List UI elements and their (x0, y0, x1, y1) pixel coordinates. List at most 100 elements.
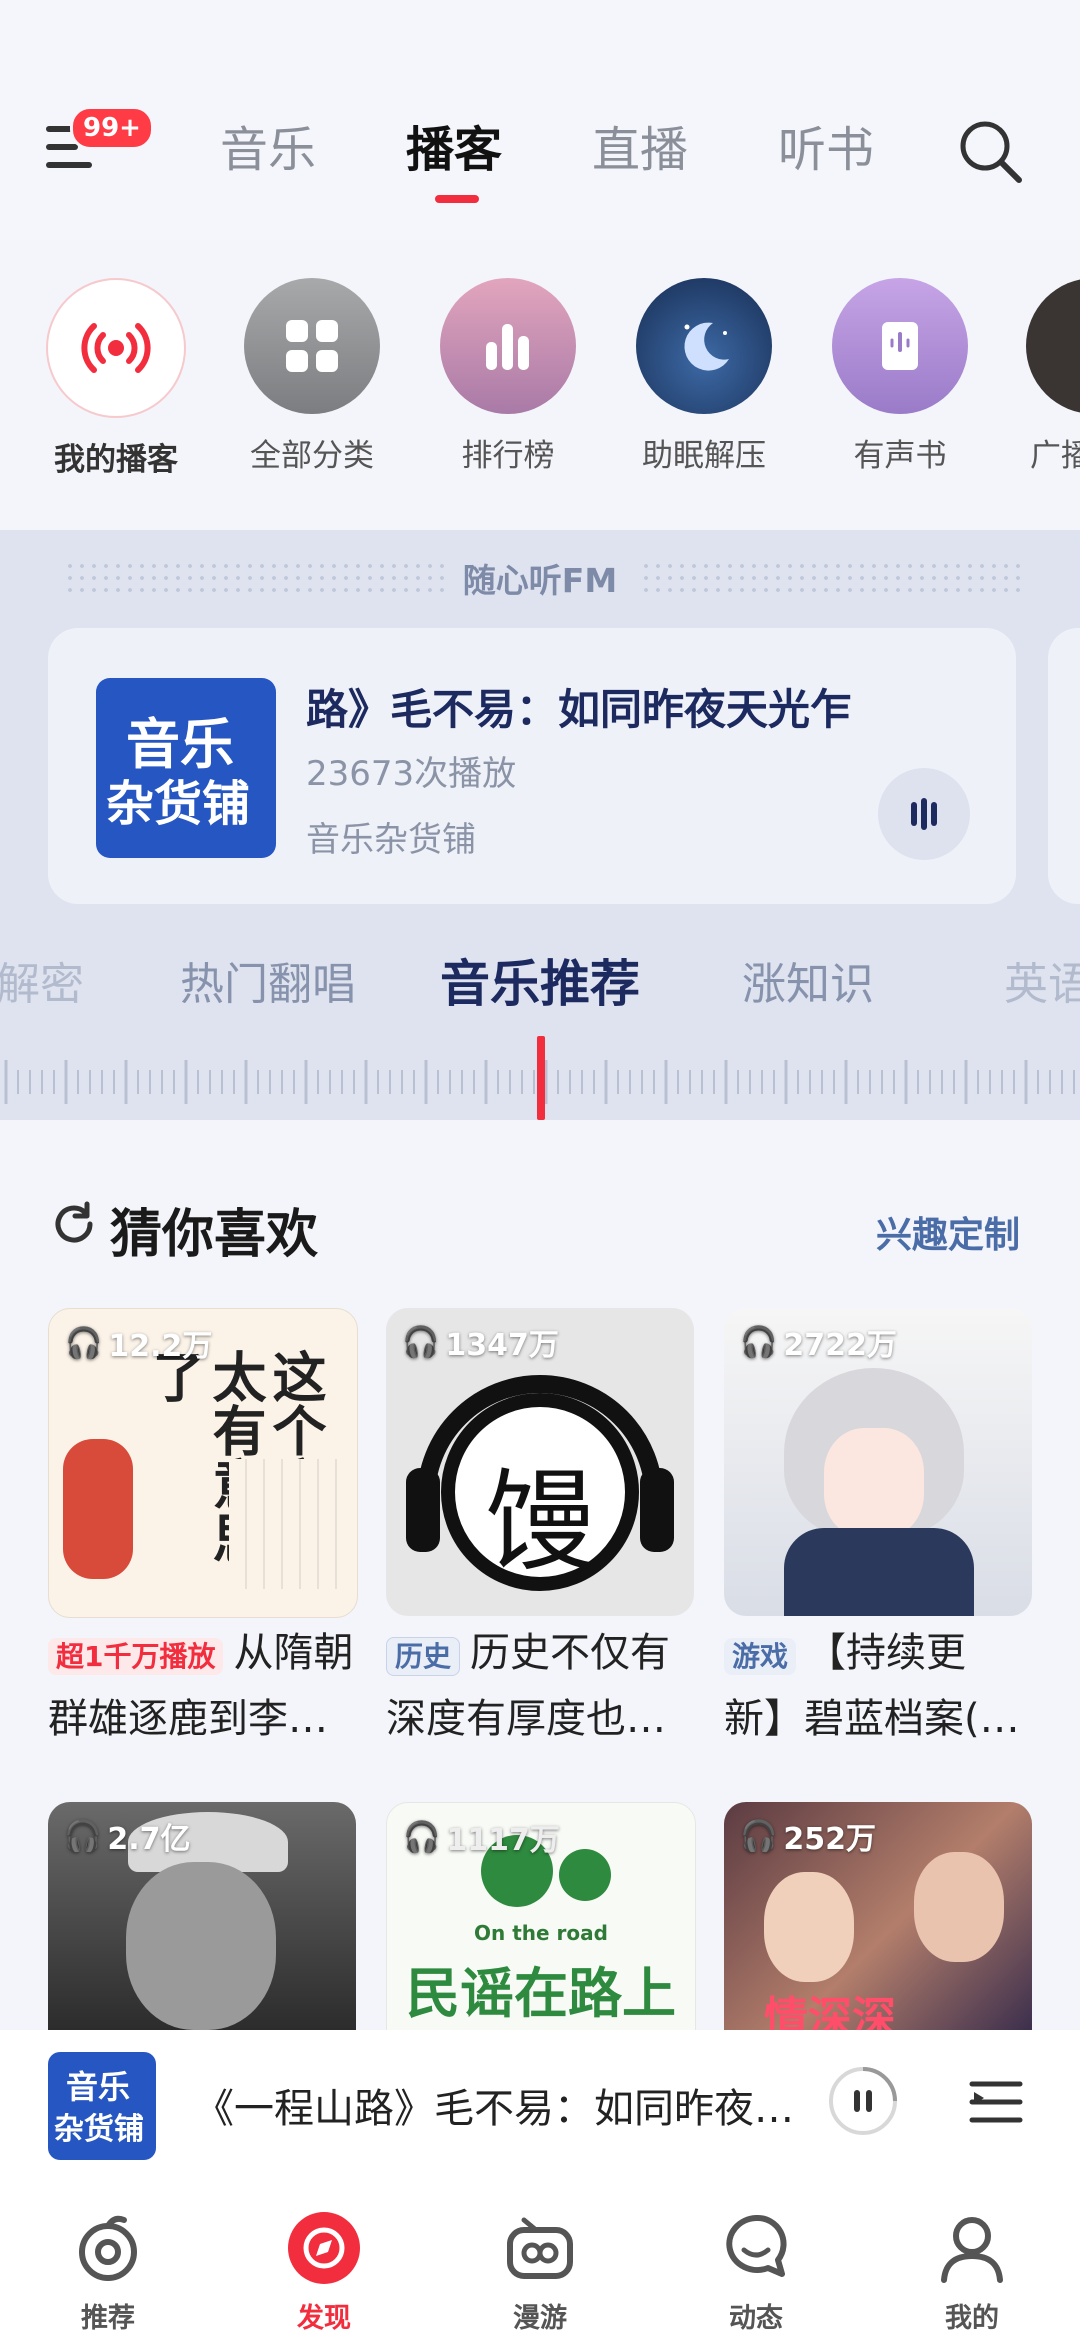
title-line: 历史不仅有 (470, 1630, 671, 1676)
refresh-icon[interactable] (50, 1200, 98, 1248)
tag-badge: 超1千万播放 (48, 1638, 224, 1675)
category-radio[interactable]: 广播 (1026, 278, 1080, 475)
play-count-value: 1117万 (446, 1823, 560, 1858)
cover-text: 杂货铺 (54, 2112, 144, 2147)
user-icon (941, 2217, 1003, 2283)
title-line: 群雄逐鹿到李… (48, 1696, 328, 1742)
top-nav (0, 0, 1080, 240)
podcast-title[interactable]: 游戏 【持续更 新】碧蓝档案(… (724, 1622, 1044, 1750)
cover-title: 馒 (485, 1458, 595, 1586)
tab-live[interactable]: 直播 (592, 118, 688, 182)
fm-playing-button[interactable] (878, 768, 970, 860)
netease-icon (79, 2215, 137, 2281)
section-title: 猜你喜欢 (110, 1205, 319, 1265)
headphone-icon: 🎧 (402, 1324, 440, 1360)
fm-cover: 音乐 杂货铺 (96, 678, 276, 858)
nav-roam[interactable]: 漫游 (460, 2210, 620, 2335)
cover-character-face (824, 1428, 924, 1538)
cover-subtitle: On the road (474, 1921, 608, 1945)
fm-tab-covers[interactable]: 热门翻唱 (180, 948, 356, 1012)
book-icon (832, 278, 968, 414)
category-all[interactable]: 全部分类 (242, 278, 382, 475)
nav-label: 推荐 (81, 2303, 135, 2334)
notification-badge: 99+ (70, 106, 154, 150)
play-count-value: 12.2万 (108, 1329, 213, 1364)
podcast-title[interactable]: 历史 历史不仅有深度有厚度也… (386, 1622, 706, 1750)
category-label: 排行榜 (461, 438, 555, 474)
play-count: 🎧 12.2万 (65, 1321, 212, 1365)
fm-play-count: 23673次播放 (306, 754, 517, 794)
fm-tab-english[interactable]: 英语 (1004, 948, 1080, 1012)
tab-music[interactable]: 音乐 (220, 118, 316, 182)
nav-mine[interactable]: 我的 (892, 2210, 1052, 2335)
cover-face (764, 1872, 854, 1982)
category-sleep[interactable]: 助眠解压 (634, 278, 774, 475)
active-tab-indicator (435, 195, 479, 203)
radio-roam-icon (507, 2217, 573, 2279)
category-ranking[interactable]: 排行榜 (438, 278, 578, 475)
title-line: 新】碧蓝档案(… (724, 1696, 1020, 1742)
podcast-title[interactable]: 超1千万播放 从隋朝群雄逐鹿到李… (48, 1622, 368, 1750)
mini-player-cover[interactable]: 音乐 杂货铺 (48, 2052, 156, 2160)
title-line: 深度有厚度也… (386, 1696, 666, 1742)
cover-character-body (784, 1528, 974, 1616)
play-count: 🎧 252万 (740, 1814, 876, 1858)
play-count: 🎧 2.7亿 (64, 1814, 191, 1858)
play-count: 🎧 1347万 (402, 1320, 559, 1364)
search-icon[interactable] (955, 116, 1025, 186)
fm-cover-text: 杂货铺 (106, 776, 251, 832)
fm-title: 随心听FM (462, 561, 618, 600)
headphone-icon: 🎧 (740, 1818, 778, 1854)
fm-tab-decrypt[interactable]: 解密 (0, 948, 84, 1012)
fm-tab-knowledge[interactable]: 涨知识 (742, 948, 874, 1012)
play-count: 🎧 2722万 (740, 1320, 897, 1364)
nav-label: 漫游 (513, 2303, 567, 2334)
playlist-icon[interactable] (968, 2074, 1024, 2130)
headphone-icon: 🎧 (403, 1819, 441, 1855)
chat-icon (726, 2214, 787, 2277)
cover-text: 音乐 (66, 2068, 131, 2106)
podcast-cover[interactable]: 🎧 2.7亿 (48, 1802, 356, 2030)
category-audiobook[interactable]: 有声书 (830, 278, 970, 475)
fm-dial-needle (537, 1036, 545, 1120)
podcast-cover[interactable]: 情深深 🎧 252万 (724, 1802, 1032, 2030)
tab-podcast[interactable]: 播客 (406, 118, 502, 182)
play-count-value: 2722万 (783, 1328, 897, 1363)
play-count: 🎧 1117万 (403, 1815, 560, 1859)
play-count-value: 252万 (783, 1822, 876, 1857)
pause-icon[interactable] (828, 2066, 898, 2136)
mini-player-title[interactable]: 《一程山路》毛不易：如同昨夜… (194, 2076, 814, 2134)
compass-icon (288, 2212, 360, 2284)
bar-chart-icon (440, 278, 576, 414)
moon-icon (636, 278, 772, 414)
podcast-cover[interactable]: 馒 🎧 1347万 (386, 1308, 694, 1616)
podcast-cover[interactable]: 🎧 2722万 (724, 1308, 1032, 1616)
headphone-icon: 🎧 (65, 1325, 103, 1361)
tag-badge: 历史 (386, 1637, 461, 1676)
title-line: 【持续更 (806, 1630, 967, 1676)
nav-label: 我的 (945, 2303, 999, 2334)
fm-song-title: 路》毛不易：如同昨夜天光乍 (306, 685, 853, 734)
fm-card-next[interactable] (1048, 628, 1080, 904)
interest-custom-link[interactable]: 兴趣定制 (876, 1206, 1020, 1258)
category-my-podcast[interactable]: 我的播客 (46, 278, 186, 479)
category-label: 我的播客 (54, 442, 178, 478)
nav-discover[interactable]: 发现 (244, 2210, 404, 2335)
category-label: 全部分类 (250, 438, 374, 474)
cover-figure (63, 1439, 133, 1579)
podcast-cover[interactable]: 这个唐朝太有意思了 🎧 12.2万 (48, 1308, 358, 1618)
fm-tab-music-recommend[interactable]: 音乐推荐 (440, 944, 640, 1016)
cover-face (126, 1862, 276, 2030)
play-count-value: 2.7亿 (107, 1822, 191, 1857)
headphone-icon: 🎧 (740, 1324, 778, 1360)
grid-icon (244, 278, 380, 414)
sound-bars-icon (911, 798, 937, 830)
cover-title: 情深深 (764, 1993, 896, 2030)
nav-recommend[interactable]: 推荐 (28, 2210, 188, 2335)
tab-audiobook[interactable]: 听书 (778, 118, 874, 182)
category-label: 广播 (1030, 438, 1080, 474)
broadcast-icon (46, 278, 186, 418)
podcast-cover[interactable]: On the road 民谣在路上 🎧 1117万 (386, 1802, 696, 2032)
nav-feed[interactable]: 动态 (676, 2210, 836, 2335)
title-line: 从隋朝 (233, 1630, 354, 1676)
